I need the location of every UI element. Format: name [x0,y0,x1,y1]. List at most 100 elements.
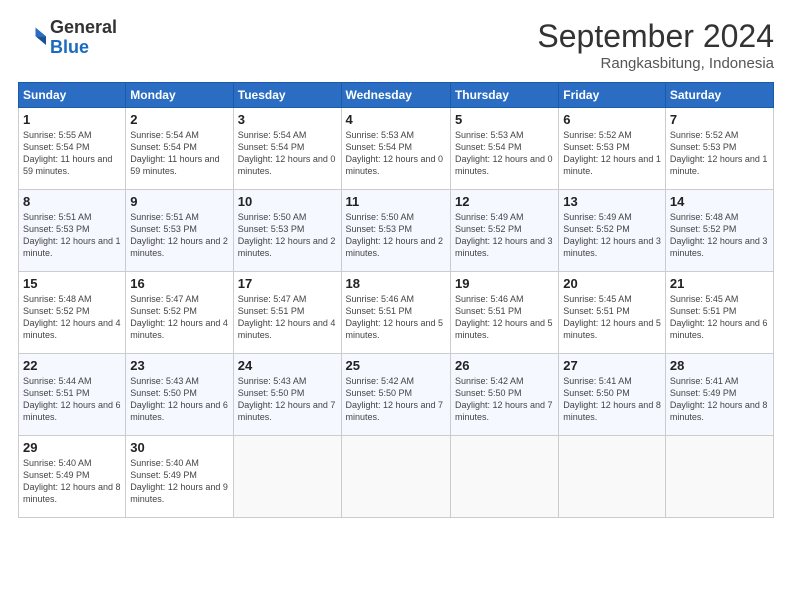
day-number: 15 [23,276,121,291]
calendar-header-row: Sunday Monday Tuesday Wednesday Thursday… [19,83,774,108]
col-monday: Monday [126,83,233,108]
col-tuesday: Tuesday [233,83,341,108]
day-number: 8 [23,194,121,209]
day-info: Sunrise: 5:53 AM Sunset: 5:54 PM Dayligh… [455,129,554,178]
day-info: Sunrise: 5:46 AM Sunset: 5:51 PM Dayligh… [455,293,554,342]
day-number: 4 [346,112,446,127]
calendar-cell: 12 Sunrise: 5:49 AM Sunset: 5:52 PM Dayli… [450,190,558,272]
calendar-week-1: 1Sunrise: 5:55 AM Sunset: 5:54 PM Daylig… [19,108,774,190]
day-number: 17 [238,276,337,291]
day-number: 7 [670,112,769,127]
calendar-cell: 26Sunrise: 5:42 AM Sunset: 5:50 PM Dayli… [450,354,558,436]
logo-general-text: General [50,17,117,37]
calendar-week-3: 15 Sunrise: 5:48 AM Sunset: 5:52 PM Dayli… [19,272,774,354]
logo-icon [18,24,46,52]
day-number: 23 [130,358,228,373]
day-info: Sunrise: 5:41 AM Sunset: 5:49 PM Dayligh… [670,375,769,424]
logo-text: General Blue [50,18,117,58]
day-number: 13 [563,194,661,209]
day-number: 11 [346,194,446,209]
calendar-cell: 3Sunrise: 5:54 AM Sunset: 5:54 PM Daylig… [233,108,341,190]
calendar-cell: 16 Sunrise: 5:47 AM Sunset: 5:52 PM Dayli… [126,272,233,354]
calendar-cell: 2 Sunrise: 5:54 AM Sunset: 5:54 PM Daylig… [126,108,233,190]
day-info: Sunrise: 5:52 AM Sunset: 5:53 PM Dayligh… [670,129,769,178]
day-number: 2 [130,112,228,127]
calendar-cell: 6Sunrise: 5:52 AM Sunset: 5:53 PM Daylig… [559,108,666,190]
col-friday: Friday [559,83,666,108]
day-info: Sunrise: 5:50 AM Sunset: 5:53 PM Dayligh… [346,211,446,260]
day-info: Sunrise: 5:51 AM Sunset: 5:53 PM Dayligh… [23,211,121,260]
day-info: Sunrise: 5:45 AM Sunset: 5:51 PM Dayligh… [670,293,769,342]
day-info: Sunrise: 5:45 AM Sunset: 5:51 PM Dayligh… [563,293,661,342]
col-sunday: Sunday [19,83,126,108]
calendar-week-2: 8 Sunrise: 5:51 AM Sunset: 5:53 PM Daylig… [19,190,774,272]
calendar-week-5: 29 Sunrise: 5:40 AM Sunset: 5:49 PM Dayli… [19,436,774,518]
day-number: 29 [23,440,121,455]
calendar-cell [559,436,666,518]
header: General Blue September 2024 Rangkasbitun… [18,18,774,72]
day-info: Sunrise: 5:49 AM Sunset: 5:52 PM Dayligh… [455,211,554,260]
day-info: Sunrise: 5:51 AM Sunset: 5:53 PM Dayligh… [130,211,228,260]
day-info: Sunrise: 5:43 AM Sunset: 5:50 PM Dayligh… [238,375,337,424]
calendar-cell: 11 Sunrise: 5:50 AM Sunset: 5:53 PM Dayli… [341,190,450,272]
calendar-cell: 29 Sunrise: 5:40 AM Sunset: 5:49 PM Dayli… [19,436,126,518]
day-number: 19 [455,276,554,291]
day-number: 14 [670,194,769,209]
day-number: 27 [563,358,661,373]
col-thursday: Thursday [450,83,558,108]
day-number: 9 [130,194,228,209]
calendar-cell: 5 Sunrise: 5:53 AM Sunset: 5:54 PM Daylig… [450,108,558,190]
calendar-cell: 15 Sunrise: 5:48 AM Sunset: 5:52 PM Dayli… [19,272,126,354]
page: General Blue September 2024 Rangkasbitun… [0,0,792,612]
day-number: 5 [455,112,554,127]
calendar-cell: 9 Sunrise: 5:51 AM Sunset: 5:53 PM Daylig… [126,190,233,272]
logo: General Blue [18,18,117,58]
day-number: 22 [23,358,121,373]
calendar-cell: 21 Sunrise: 5:45 AM Sunset: 5:51 PM Dayli… [665,272,773,354]
day-info: Sunrise: 5:48 AM Sunset: 5:52 PM Dayligh… [670,211,769,260]
calendar-cell: 4 Sunrise: 5:53 AM Sunset: 5:54 PM Daylig… [341,108,450,190]
calendar-cell: 27Sunrise: 5:41 AM Sunset: 5:50 PM Dayli… [559,354,666,436]
calendar-cell [233,436,341,518]
day-number: 21 [670,276,769,291]
calendar-cell: 23Sunrise: 5:43 AM Sunset: 5:50 PM Dayli… [126,354,233,436]
calendar-cell: 25 Sunrise: 5:42 AM Sunset: 5:50 PM Dayli… [341,354,450,436]
calendar-cell: 18 Sunrise: 5:46 AM Sunset: 5:51 PM Dayli… [341,272,450,354]
calendar-cell: 14 Sunrise: 5:48 AM Sunset: 5:52 PM Dayli… [665,190,773,272]
day-info: Sunrise: 5:40 AM Sunset: 5:49 PM Dayligh… [23,457,121,506]
col-wednesday: Wednesday [341,83,450,108]
logo-blue-text: Blue [50,37,89,57]
day-info: Sunrise: 5:46 AM Sunset: 5:51 PM Dayligh… [346,293,446,342]
day-number: 25 [346,358,446,373]
day-info: Sunrise: 5:47 AM Sunset: 5:52 PM Dayligh… [130,293,228,342]
day-info: Sunrise: 5:52 AM Sunset: 5:53 PM Dayligh… [563,129,661,178]
day-number: 16 [130,276,228,291]
day-info: Sunrise: 5:54 AM Sunset: 5:54 PM Dayligh… [130,129,228,178]
day-info: Sunrise: 5:42 AM Sunset: 5:50 PM Dayligh… [346,375,446,424]
calendar-cell: 13 Sunrise: 5:49 AM Sunset: 5:52 PM Dayli… [559,190,666,272]
calendar-cell: 24Sunrise: 5:43 AM Sunset: 5:50 PM Dayli… [233,354,341,436]
day-number: 28 [670,358,769,373]
calendar-cell: 19 Sunrise: 5:46 AM Sunset: 5:51 PM Dayli… [450,272,558,354]
day-info: Sunrise: 5:49 AM Sunset: 5:52 PM Dayligh… [563,211,661,260]
calendar-cell: 30Sunrise: 5:40 AM Sunset: 5:49 PM Dayli… [126,436,233,518]
day-info: Sunrise: 5:48 AM Sunset: 5:52 PM Dayligh… [23,293,121,342]
day-info: Sunrise: 5:50 AM Sunset: 5:53 PM Dayligh… [238,211,337,260]
day-number: 30 [130,440,228,455]
title-block: September 2024 Rangkasbitung, Indonesia [537,18,774,72]
calendar-cell: 28 Sunrise: 5:41 AM Sunset: 5:49 PM Dayli… [665,354,773,436]
day-info: Sunrise: 5:53 AM Sunset: 5:54 PM Dayligh… [346,129,446,178]
day-info: Sunrise: 5:47 AM Sunset: 5:51 PM Dayligh… [238,293,337,342]
calendar-cell: 7 Sunrise: 5:52 AM Sunset: 5:53 PM Daylig… [665,108,773,190]
day-number: 20 [563,276,661,291]
calendar-cell: 20 Sunrise: 5:45 AM Sunset: 5:51 PM Dayli… [559,272,666,354]
day-number: 12 [455,194,554,209]
day-number: 26 [455,358,554,373]
calendar-cell: 1Sunrise: 5:55 AM Sunset: 5:54 PM Daylig… [19,108,126,190]
calendar-table: Sunday Monday Tuesday Wednesday Thursday… [18,82,774,518]
location-subtitle: Rangkasbitung, Indonesia [537,55,774,72]
day-number: 10 [238,194,337,209]
calendar-cell [341,436,450,518]
day-info: Sunrise: 5:44 AM Sunset: 5:51 PM Dayligh… [23,375,121,424]
day-number: 18 [346,276,446,291]
